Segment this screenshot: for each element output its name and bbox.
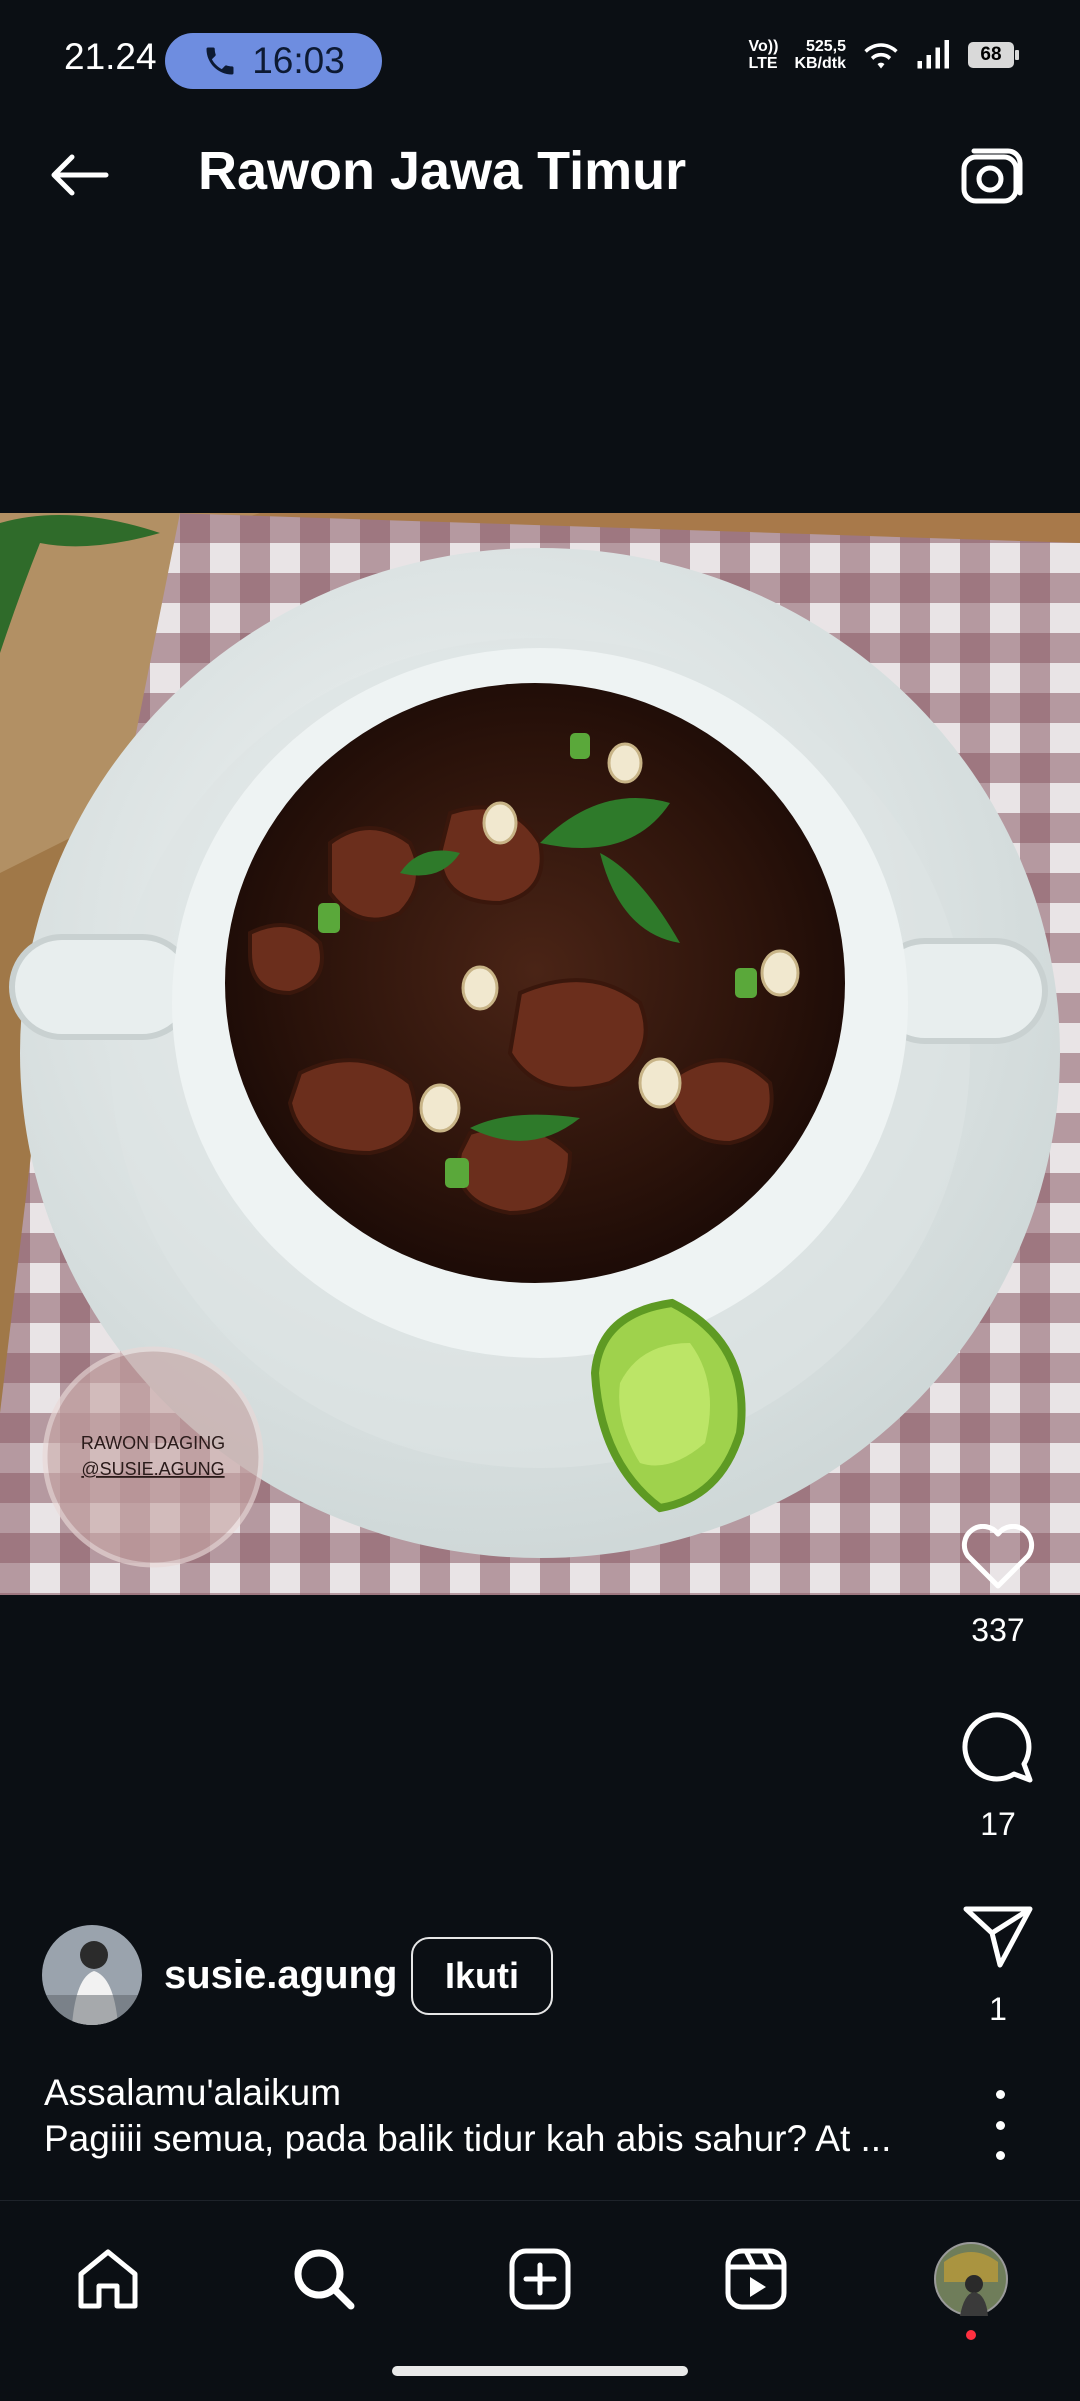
home-icon [78, 2249, 138, 2309]
call-timer: 16:03 [252, 40, 345, 81]
comment-count: 17 [980, 1806, 1016, 1842]
post-image[interactable]: RAWON DAGING @SUSIE.AGUNG [0, 513, 1080, 1595]
author-username[interactable]: susie.agung [164, 1953, 397, 1998]
share-count: 1 [989, 1991, 1007, 2027]
signal-icon [917, 40, 949, 69]
volte-indicator: Vo)) LTE [748, 38, 779, 72]
arrow-left-icon [51, 154, 109, 196]
dot-icon [995, 2090, 1005, 2099]
follow-button[interactable]: Ikuti [411, 1937, 553, 2015]
caption-line-2: Pagiiii semua, pada balik tidur kah abis… [44, 2118, 892, 2159]
home-indicator[interactable] [392, 2366, 688, 2376]
back-button[interactable] [38, 135, 118, 215]
create-icon [509, 2248, 571, 2310]
notification-dot [966, 2330, 976, 2340]
profile-avatar [934, 2242, 1008, 2316]
share-action[interactable]: 1 [952, 1903, 1044, 2028]
search-icon [294, 2249, 355, 2310]
watermark-line-1: RAWON DAGING [81, 1433, 225, 1453]
phone-icon [206, 47, 234, 75]
dot-icon [995, 2151, 1005, 2160]
dot-icon [995, 2120, 1005, 2130]
reels-icon [725, 2248, 787, 2310]
heart-icon [961, 1524, 1035, 1589]
network-speed: 525,5 KB/dtk [794, 38, 846, 72]
like-action[interactable]: 337 [952, 1524, 1044, 1649]
camera-icon [961, 148, 1023, 204]
ongoing-call-pill[interactable]: 16:03 [165, 33, 382, 89]
nav-search[interactable] [281, 2236, 367, 2322]
nav-profile[interactable] [928, 2236, 1014, 2340]
comment-action[interactable]: 17 [952, 1708, 1044, 1843]
rawon-photo: RAWON DAGING @SUSIE.AGUNG [0, 513, 1080, 1595]
comment-icon [962, 1712, 1033, 1783]
post-caption[interactable]: Assalamu'alaikum Pagiiii semua, pada bal… [44, 2070, 944, 2162]
nav-create[interactable] [497, 2236, 583, 2322]
page-title: Rawon Jawa Timur [198, 141, 687, 201]
like-count: 337 [971, 1612, 1025, 1648]
send-icon [963, 1906, 1033, 1968]
nav-reels[interactable] [713, 2236, 799, 2322]
watermark-stamp [42, 1346, 264, 1568]
nav-home[interactable] [65, 2236, 151, 2322]
wifi-icon [864, 43, 898, 69]
status-bar: 21.24 16:03 Vo)) LTE 525,5 KB/dtk 68 [0, 0, 1080, 95]
battery-icon: 68 [968, 42, 1019, 68]
more-options-button[interactable] [980, 2090, 1020, 2160]
author-avatar[interactable] [42, 1925, 142, 2025]
status-time: 21.24 [64, 36, 157, 77]
camera-button[interactable] [950, 135, 1034, 219]
caption-line-1: Assalamu'alaikum [44, 2072, 342, 2113]
watermark-line-2: @SUSIE.AGUNG [81, 1459, 224, 1479]
status-indicators: Vo)) LTE 525,5 KB/dtk 68 [748, 38, 1019, 72]
